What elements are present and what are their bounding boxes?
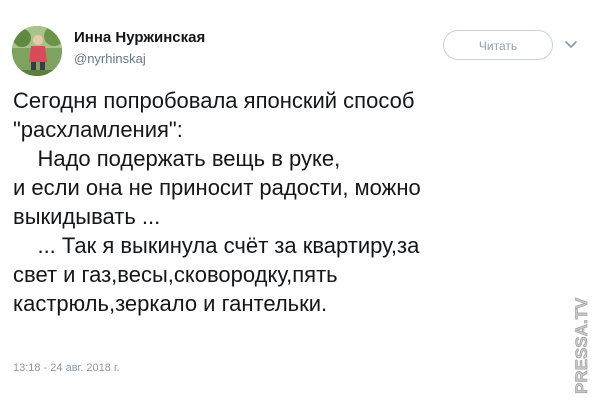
- watermark-logo: PRESSA.TV: [572, 297, 592, 395]
- avatar[interactable]: [12, 26, 62, 76]
- user-handle[interactable]: @nyrhinskaj: [74, 50, 205, 67]
- follow-button[interactable]: Читать: [443, 30, 553, 60]
- chevron-down-icon[interactable]: [563, 36, 579, 52]
- display-name[interactable]: Инна Нуржинская: [74, 29, 205, 47]
- svg-text:PRESSA.TV: PRESSA.TV: [572, 297, 591, 394]
- avatar-photo: [12, 26, 62, 76]
- tweet-text: Сегодня попробовала японский способ "рас…: [13, 88, 421, 316]
- author-block: Инна Нуржинская @nyrhinskaj: [74, 29, 205, 67]
- tweet-timestamp[interactable]: 13:18 - 24 авг. 2018 г.: [13, 362, 120, 374]
